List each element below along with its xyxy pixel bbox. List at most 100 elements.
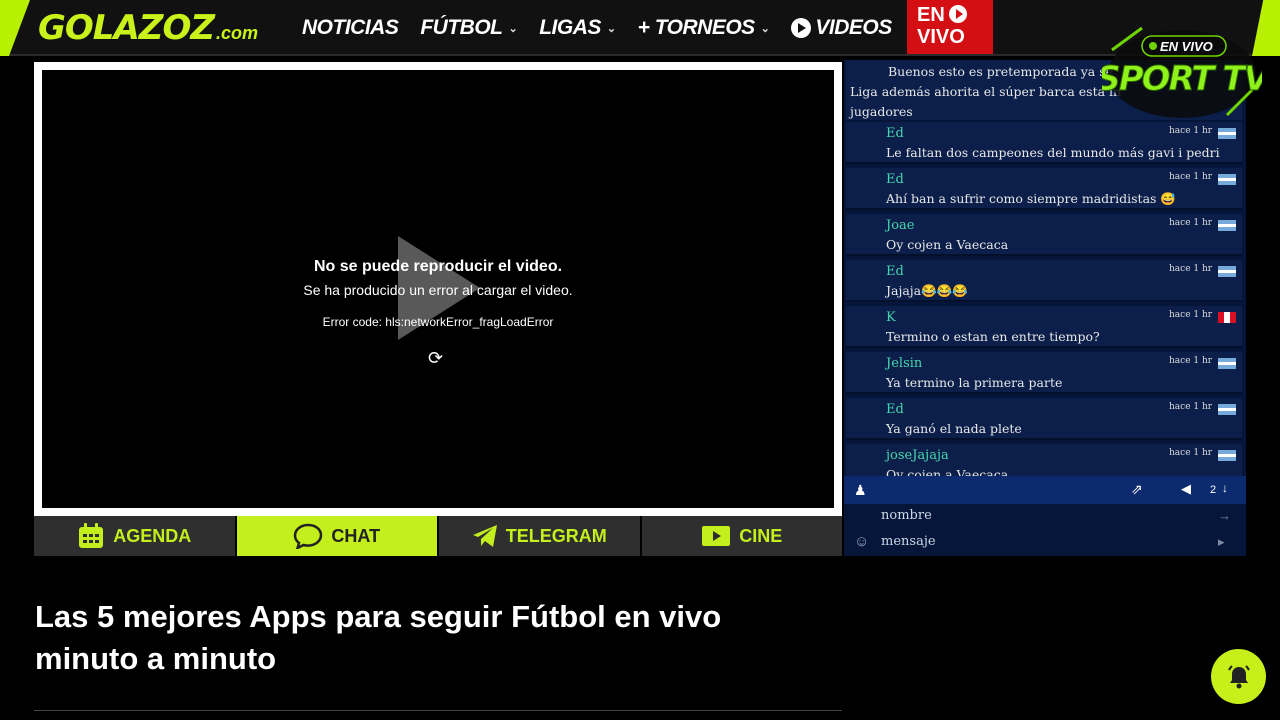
chat-timestamp: hace 1 hr: [1169, 126, 1213, 136]
movie-icon: [702, 526, 731, 546]
logo-domain: .com: [216, 23, 259, 43]
play-circle-icon: [791, 18, 812, 38]
chat-username[interactable]: Joae: [886, 218, 914, 233]
chevron-down-icon: ⌄: [760, 22, 770, 35]
nav-ligas[interactable]: LIGAS ⌄: [539, 16, 616, 40]
online-count: 2: [1210, 484, 1217, 496]
message-field[interactable]: ☺ mensaje ▸: [844, 530, 1246, 556]
chat-timestamp: hace 1 hr: [1169, 264, 1213, 274]
chat-username[interactable]: Ed: [886, 172, 904, 187]
tab-agenda-label: AGENDA: [113, 525, 192, 546]
chat-message: Ed hace 1 hr Ya ganó el nada plete: [846, 398, 1242, 440]
nav-torneos[interactable]: + TORNEOS ⌄: [638, 16, 770, 40]
name-placeholder: nombre: [881, 508, 932, 523]
chat-username[interactable]: Jelsin: [886, 356, 922, 371]
chat-timestamp: hace 1 hr: [1169, 356, 1213, 366]
chat-timestamp: hace 1 hr: [1169, 218, 1213, 228]
login-icon[interactable]: →: [1218, 508, 1231, 523]
message-placeholder: mensaje: [881, 534, 936, 549]
flag-argentina-icon: [1218, 220, 1236, 231]
chat-message: Ed hace 1 hr Jajaja😂😂😂: [846, 260, 1242, 302]
chevron-double-down-icon[interactable]: ↓: [1222, 481, 1228, 495]
name-field[interactable]: nombre →: [844, 504, 1246, 530]
chat-timestamp: hace 1 hr: [1169, 172, 1213, 182]
player-error-subtitle: Se ha producido un error al cargar el vi…: [303, 282, 573, 298]
nav-noticias-label: NOTICIAS: [302, 16, 399, 39]
external-link-icon[interactable]: ⇗: [1131, 481, 1143, 498]
tab-agenda[interactable]: AGENDA: [34, 516, 237, 556]
chat-message-list[interactable]: Buenos esto es pretemporada ya se Liga a…: [844, 60, 1246, 476]
nav-videos[interactable]: VIDEOS: [791, 16, 892, 40]
site-logo[interactable]: GOLAZOZ .com: [38, 8, 258, 48]
play-circle-icon: [948, 5, 967, 23]
user-icon[interactable]: ♟: [854, 482, 867, 499]
chat-timestamp: hace 1 hr: [1169, 448, 1213, 458]
telegram-icon: [472, 525, 497, 547]
live-button-line2: VIVO: [917, 26, 965, 48]
chat-username[interactable]: K: [886, 310, 896, 325]
nav-futbol-label: FÚTBOL: [420, 16, 503, 39]
flag-argentina-icon: [1218, 266, 1236, 277]
chat-message-text: Ahí ban a sufrir como siempre madridista…: [886, 191, 1176, 206]
nav-videos-label: VIDEOS: [815, 16, 892, 39]
chat-message: Joae hace 1 hr Oy cojen a Vaecaca: [846, 214, 1242, 256]
chat-bubble-icon: [294, 523, 323, 549]
nav-futbol[interactable]: FÚTBOL ⌄: [420, 16, 517, 40]
chat-message-text: Ya termino la primera parte: [886, 375, 1063, 390]
chat-message: Jelsin hace 1 hr Ya termino la primera p…: [846, 352, 1242, 394]
chat-message-text: Jajaja😂😂😂: [886, 283, 968, 298]
article-title[interactable]: Las 5 mejores Apps para seguir Fútbol en…: [35, 596, 815, 680]
chat-username[interactable]: Ed: [886, 402, 904, 417]
chat-message: joseJajaja hace 1 hr Oy cojen a Vaecaca: [846, 444, 1242, 476]
calendar-icon: [79, 523, 104, 548]
chat-toolbar: ♟ ⇗ ◀ 2 ↓: [844, 476, 1246, 504]
flag-argentina-icon: [1218, 450, 1236, 461]
chevron-down-icon: ⌄: [508, 22, 518, 35]
chat-message-text: Le faltan dos campeones del mundo más ga…: [886, 145, 1220, 160]
tab-cine-label: CINE: [739, 525, 783, 546]
flag-argentina-icon: [1218, 358, 1236, 369]
chat-timestamp: hace 1 hr: [1169, 310, 1213, 320]
chat-message: Ed hace 1 hr Ahí ban a sufrir como siemp…: [846, 168, 1242, 210]
header-accent-stripe-left: [0, 0, 30, 56]
nav-noticias[interactable]: NOTICIAS: [302, 16, 399, 40]
flag-argentina-icon: [1218, 174, 1236, 185]
chat-message-text: Ya ganó el nada plete: [886, 421, 1022, 436]
chat-message-text: Termino o estan en entre tiempo?: [886, 329, 1100, 344]
site-header: GOLAZOZ .com NOTICIAS FÚTBOL ⌄ LIGAS ⌄ + T…: [0, 0, 1280, 56]
chat-username[interactable]: Ed: [886, 126, 904, 141]
bell-icon: [1228, 665, 1250, 689]
video-player-frame: No se puede reproducir el video. Se ha p…: [34, 62, 842, 516]
flag-peru-icon: [1218, 312, 1236, 323]
flag-argentina-icon: [1218, 128, 1236, 139]
chat-username[interactable]: joseJajaja: [886, 448, 949, 463]
reload-icon[interactable]: ⟳: [428, 348, 443, 369]
tab-chat[interactable]: CHAT: [236, 516, 439, 556]
live-button[interactable]: EN VIVO: [907, 0, 993, 54]
content-tabs: AGENDA CHAT TELEGRAM CINE: [34, 516, 842, 556]
sport-tv-logo: EN VIVO SPORT TV: [1102, 26, 1262, 118]
flag-argentina-icon: [1218, 404, 1236, 415]
chat-timestamp: hace 1 hr: [1169, 402, 1213, 412]
send-icon[interactable]: ▸: [1218, 534, 1225, 550]
chevron-down-icon: ⌄: [606, 22, 616, 35]
main-nav: NOTICIAS FÚTBOL ⌄ LIGAS ⌄ + TORNEOS ⌄ VIDEO…: [302, 0, 892, 56]
nav-ligas-label: LIGAS: [539, 16, 601, 39]
chat-message: Ed hace 1 hr Le faltan dos campeones del…: [846, 122, 1242, 164]
speaker-icon[interactable]: ◀: [1181, 481, 1191, 497]
divider: [34, 710, 842, 711]
notification-button[interactable]: [1211, 649, 1266, 704]
video-player[interactable]: No se puede reproducir el video. Se ha p…: [42, 70, 834, 508]
tab-telegram[interactable]: TELEGRAM: [439, 516, 642, 556]
nav-torneos-label: + TORNEOS: [637, 16, 756, 39]
emoji-icon[interactable]: ☺: [854, 533, 869, 550]
tab-cine[interactable]: CINE: [641, 516, 842, 556]
player-error-title: No se puede reproducir el video.: [313, 258, 563, 275]
sport-logo-badge: EN VIVO: [1160, 39, 1213, 54]
live-button-line1: EN: [917, 4, 945, 26]
tab-telegram-label: TELEGRAM: [505, 525, 607, 546]
chat-username[interactable]: Ed: [886, 264, 904, 279]
chat-panel: Buenos esto es pretemporada ya se Liga a…: [844, 60, 1246, 556]
logo-text: GOLAZOZ: [38, 8, 215, 48]
player-error-code: Error code: hls:networkError_fragLoadErr…: [322, 315, 554, 329]
